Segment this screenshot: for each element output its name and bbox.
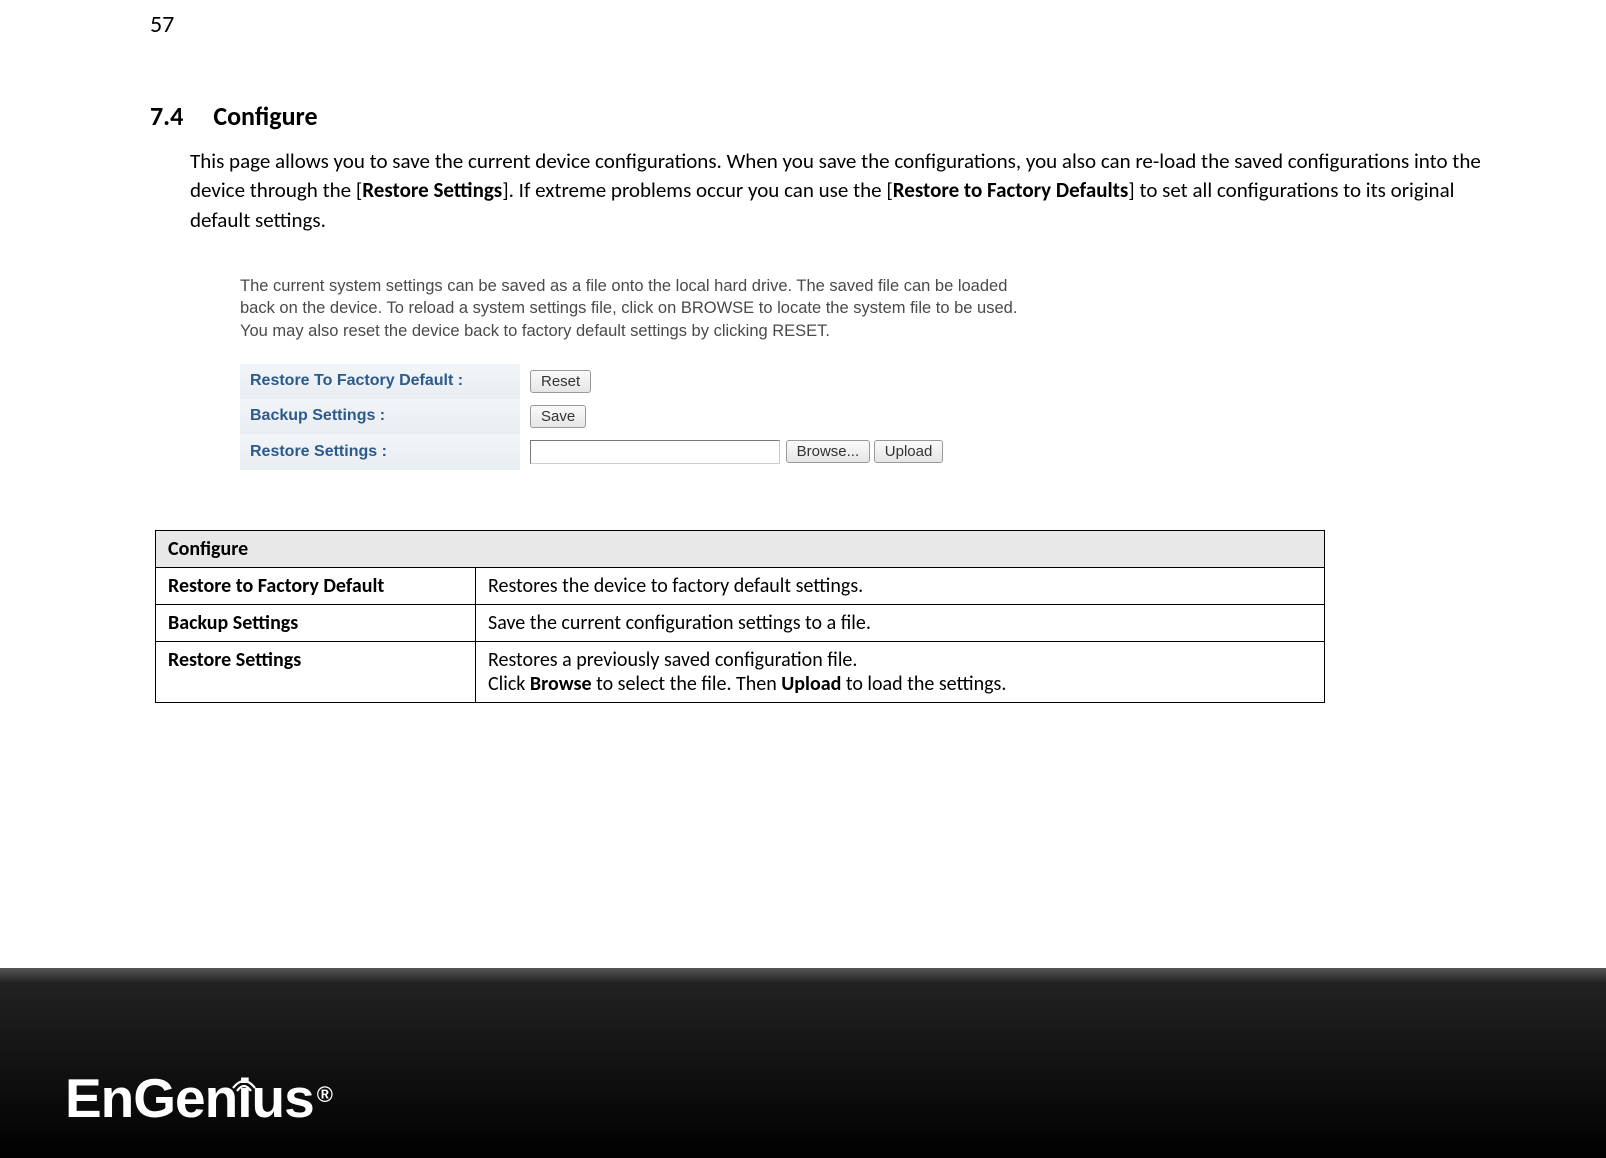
page-number: 57 xyxy=(150,10,174,39)
section-heading: 7.4 Configure xyxy=(150,100,1506,132)
logo-text-post: us xyxy=(252,1066,314,1130)
table-row: Backup Settings Save the current configu… xyxy=(156,605,1325,642)
main-content: 7.4 Configure This page allows you to sav… xyxy=(150,100,1506,703)
backup-settings-row: Backup Settings : Save xyxy=(240,399,1040,434)
section-number: 7.4 xyxy=(150,100,183,132)
table-row: Restore Settings Restores a previously s… xyxy=(156,642,1325,703)
engenius-logo: EnGen i us® xyxy=(65,1066,332,1130)
registered-trademark-icon: ® xyxy=(317,1082,332,1108)
wifi-icon xyxy=(231,1043,257,1107)
restore-desc-line1: Restores a previously saved configuratio… xyxy=(488,648,857,672)
logo-text-pre: EnGen xyxy=(65,1066,237,1130)
section-title-text: Configure xyxy=(213,100,317,132)
settings-form: Restore To Factory Default : Reset Backu… xyxy=(240,364,1040,470)
intro-bold-factory-defaults: Restore to Factory Defaults xyxy=(893,177,1129,203)
footer: EnGen i us® xyxy=(0,968,1606,1158)
configure-table-header: Configure xyxy=(156,531,1325,568)
row-desc-restore: Restores a previously saved configuratio… xyxy=(476,642,1325,703)
save-button[interactable]: Save xyxy=(530,405,586,428)
restore-desc-p3: to load the settings. xyxy=(841,672,1006,696)
intro-bold-restore-settings: Restore Settings xyxy=(362,177,502,203)
restore-desc-p1: Click xyxy=(488,672,530,696)
restore-settings-row: Restore Settings : Browse... Upload xyxy=(240,434,1040,470)
row-label-backup: Backup Settings xyxy=(156,605,476,642)
backup-settings-label: Backup Settings : xyxy=(240,399,520,434)
factory-default-row: Restore To Factory Default : Reset xyxy=(240,364,1040,399)
upload-button[interactable]: Upload xyxy=(874,440,944,463)
restore-settings-label: Restore Settings : xyxy=(240,434,520,470)
intro-text-part2: ]. If extreme problems occur you can use… xyxy=(502,177,893,203)
table-header-row: Configure xyxy=(156,531,1325,568)
row-desc-factory: Restores the device to factory default s… xyxy=(476,568,1325,605)
logo-i-with-wifi: i xyxy=(237,1066,251,1130)
table-row: Restore to Factory Default Restores the … xyxy=(156,568,1325,605)
intro-paragraph: This page allows you to save the current… xyxy=(190,147,1506,235)
screenshot-description: The current system settings can be saved… xyxy=(240,275,1040,342)
row-label-restore: Restore Settings xyxy=(156,642,476,703)
configure-table: Configure Restore to Factory Default Res… xyxy=(155,530,1325,703)
restore-desc-upload: Upload xyxy=(781,672,841,696)
restore-desc-browse: Browse xyxy=(530,672,592,696)
row-desc-backup: Save the current configuration settings … xyxy=(476,605,1325,642)
row-label-factory: Restore to Factory Default xyxy=(156,568,476,605)
device-ui-screenshot: The current system settings can be saved… xyxy=(240,275,1040,470)
restore-desc-p2: to select the file. Then xyxy=(592,672,782,696)
factory-default-label: Restore To Factory Default : xyxy=(240,364,520,399)
reset-button[interactable]: Reset xyxy=(530,370,591,393)
file-path-input[interactable] xyxy=(530,440,780,464)
browse-button[interactable]: Browse... xyxy=(786,440,871,463)
